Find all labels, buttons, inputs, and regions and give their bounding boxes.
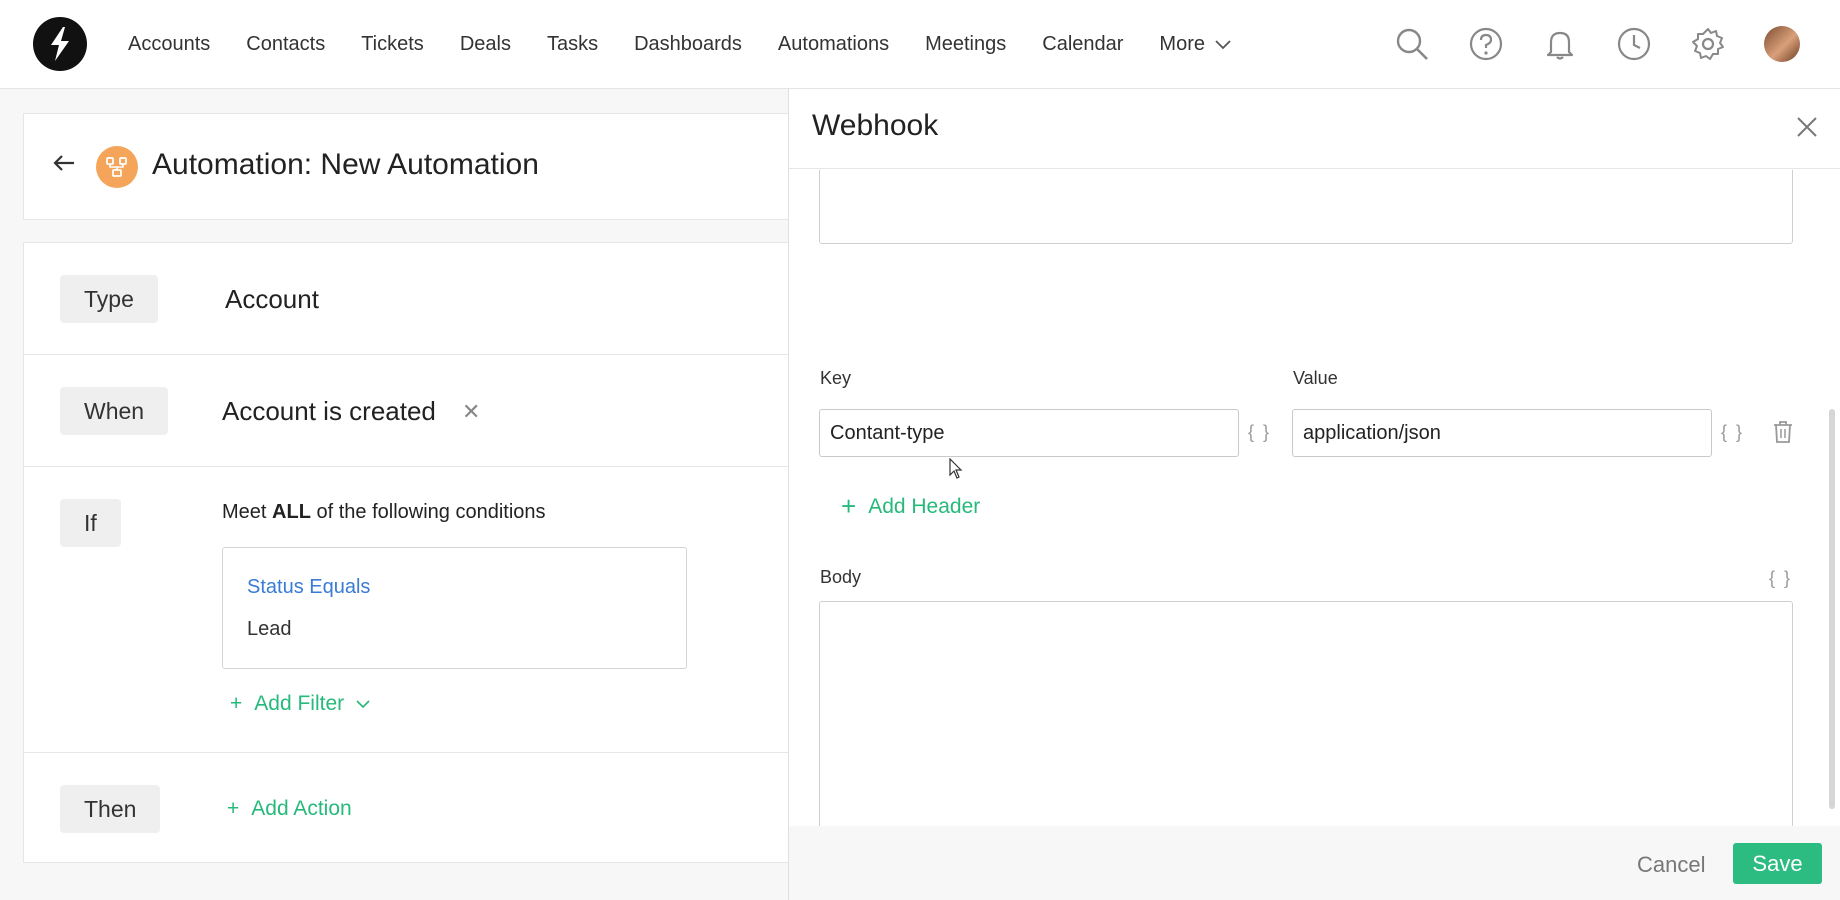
add-action-button[interactable]: + Add Action <box>227 797 352 821</box>
panel-scrollbar[interactable] <box>1829 409 1835 809</box>
condition-title[interactable]: Status Equals <box>247 576 370 599</box>
condition-card[interactable]: Status Equals Lead <box>222 547 687 669</box>
bell-icon[interactable] <box>1542 26 1578 62</box>
remove-trigger-icon[interactable]: ✕ <box>462 399 480 425</box>
help-icon[interactable] <box>1468 26 1504 62</box>
app-logo-icon[interactable] <box>33 17 87 71</box>
type-row: Type Account <box>24 243 804 355</box>
main-nav: Accounts Contacts Tickets Deals Tasks Da… <box>110 0 1249 89</box>
plus-icon: + <box>841 491 857 521</box>
nav-item-contacts[interactable]: Contacts <box>246 33 325 56</box>
plus-icon: + <box>227 797 240 820</box>
key-placeholder-button[interactable]: { } <box>1248 422 1271 443</box>
gear-icon[interactable] <box>1690 26 1726 62</box>
nav-item-automations[interactable]: Automations <box>778 33 889 56</box>
automation-icon <box>96 146 138 188</box>
mouse-cursor-icon <box>949 458 963 479</box>
user-avatar[interactable] <box>1764 26 1800 62</box>
header-key-input[interactable] <box>819 409 1239 457</box>
add-action-label: Add Action <box>251 797 352 820</box>
body-label: Body <box>820 567 862 587</box>
then-row: Then + Add Action <box>24 753 804 864</box>
webhook-panel: Webhook Key Value { } { } + Add Header B… <box>788 89 1840 900</box>
clock-icon[interactable] <box>1616 26 1652 62</box>
when-row: When Account is created ✕ <box>24 355 804 467</box>
if-label: If <box>60 499 121 547</box>
nav-item-deals[interactable]: Deals <box>460 33 511 56</box>
body-placeholder-button[interactable]: { } <box>1769 568 1792 589</box>
nav-item-tickets[interactable]: Tickets <box>361 33 424 56</box>
header-value-input[interactable] <box>1292 409 1712 457</box>
automation-rules: Type Account When Account is created ✕ I… <box>23 242 804 864</box>
nav-more-menu[interactable]: More <box>1159 33 1231 56</box>
nav-more-label: More <box>1159 33 1205 55</box>
nav-item-meetings[interactable]: Meetings <box>925 33 1006 56</box>
plus-icon: + <box>230 692 243 715</box>
search-icon[interactable] <box>1394 26 1430 62</box>
body-textarea[interactable] <box>819 601 1793 826</box>
nav-item-calendar[interactable]: Calendar <box>1042 33 1123 56</box>
value-placeholder-button[interactable]: { } <box>1721 422 1744 443</box>
webhook-panel-header: Webhook <box>789 89 1840 169</box>
top-navigation-bar: Accounts Contacts Tickets Deals Tasks Da… <box>0 0 1840 89</box>
close-icon[interactable] <box>1794 114 1820 140</box>
automation-header: Automation: New Automation <box>23 113 803 220</box>
back-arrow-icon[interactable] <box>52 154 76 172</box>
meet-suffix: of the following conditions <box>310 501 546 523</box>
trash-icon[interactable] <box>1772 420 1794 444</box>
when-label: When <box>60 387 169 435</box>
type-label: Type <box>60 275 158 323</box>
key-label: Key <box>820 368 852 388</box>
add-filter-label: Add Filter <box>254 692 345 715</box>
add-filter-button[interactable]: + Add Filter <box>230 692 370 716</box>
add-header-label: Add Header <box>868 494 981 518</box>
nav-item-dashboards[interactable]: Dashboards <box>634 33 742 56</box>
add-header-button[interactable]: + Add Header <box>841 491 980 522</box>
nav-item-accounts[interactable]: Accounts <box>128 33 210 56</box>
cancel-button[interactable]: Cancel <box>1637 852 1705 878</box>
conditions-summary: Meet ALL of the following conditions <box>222 501 546 524</box>
condition-value: Lead <box>247 618 292 640</box>
value-label: Value <box>1293 368 1338 388</box>
when-value[interactable]: Account is created <box>222 396 436 427</box>
type-value[interactable]: Account <box>225 284 319 315</box>
page-title: Automation: New Automation <box>152 148 539 181</box>
save-button[interactable]: Save <box>1733 843 1822 884</box>
chevron-down-icon <box>1215 39 1231 49</box>
meet-prefix: Meet <box>222 501 273 523</box>
chevron-down-icon <box>356 699 370 708</box>
webhook-form[interactable]: Key Value { } { } + Add Header Body { } <box>789 170 1840 826</box>
meet-mode[interactable]: ALL <box>272 501 311 523</box>
webhook-panel-footer: Cancel Save <box>789 826 1840 900</box>
then-label: Then <box>60 785 161 833</box>
webhook-title: Webhook <box>812 109 939 142</box>
previous-field[interactable] <box>819 170 1793 244</box>
nav-item-tasks[interactable]: Tasks <box>547 33 598 56</box>
